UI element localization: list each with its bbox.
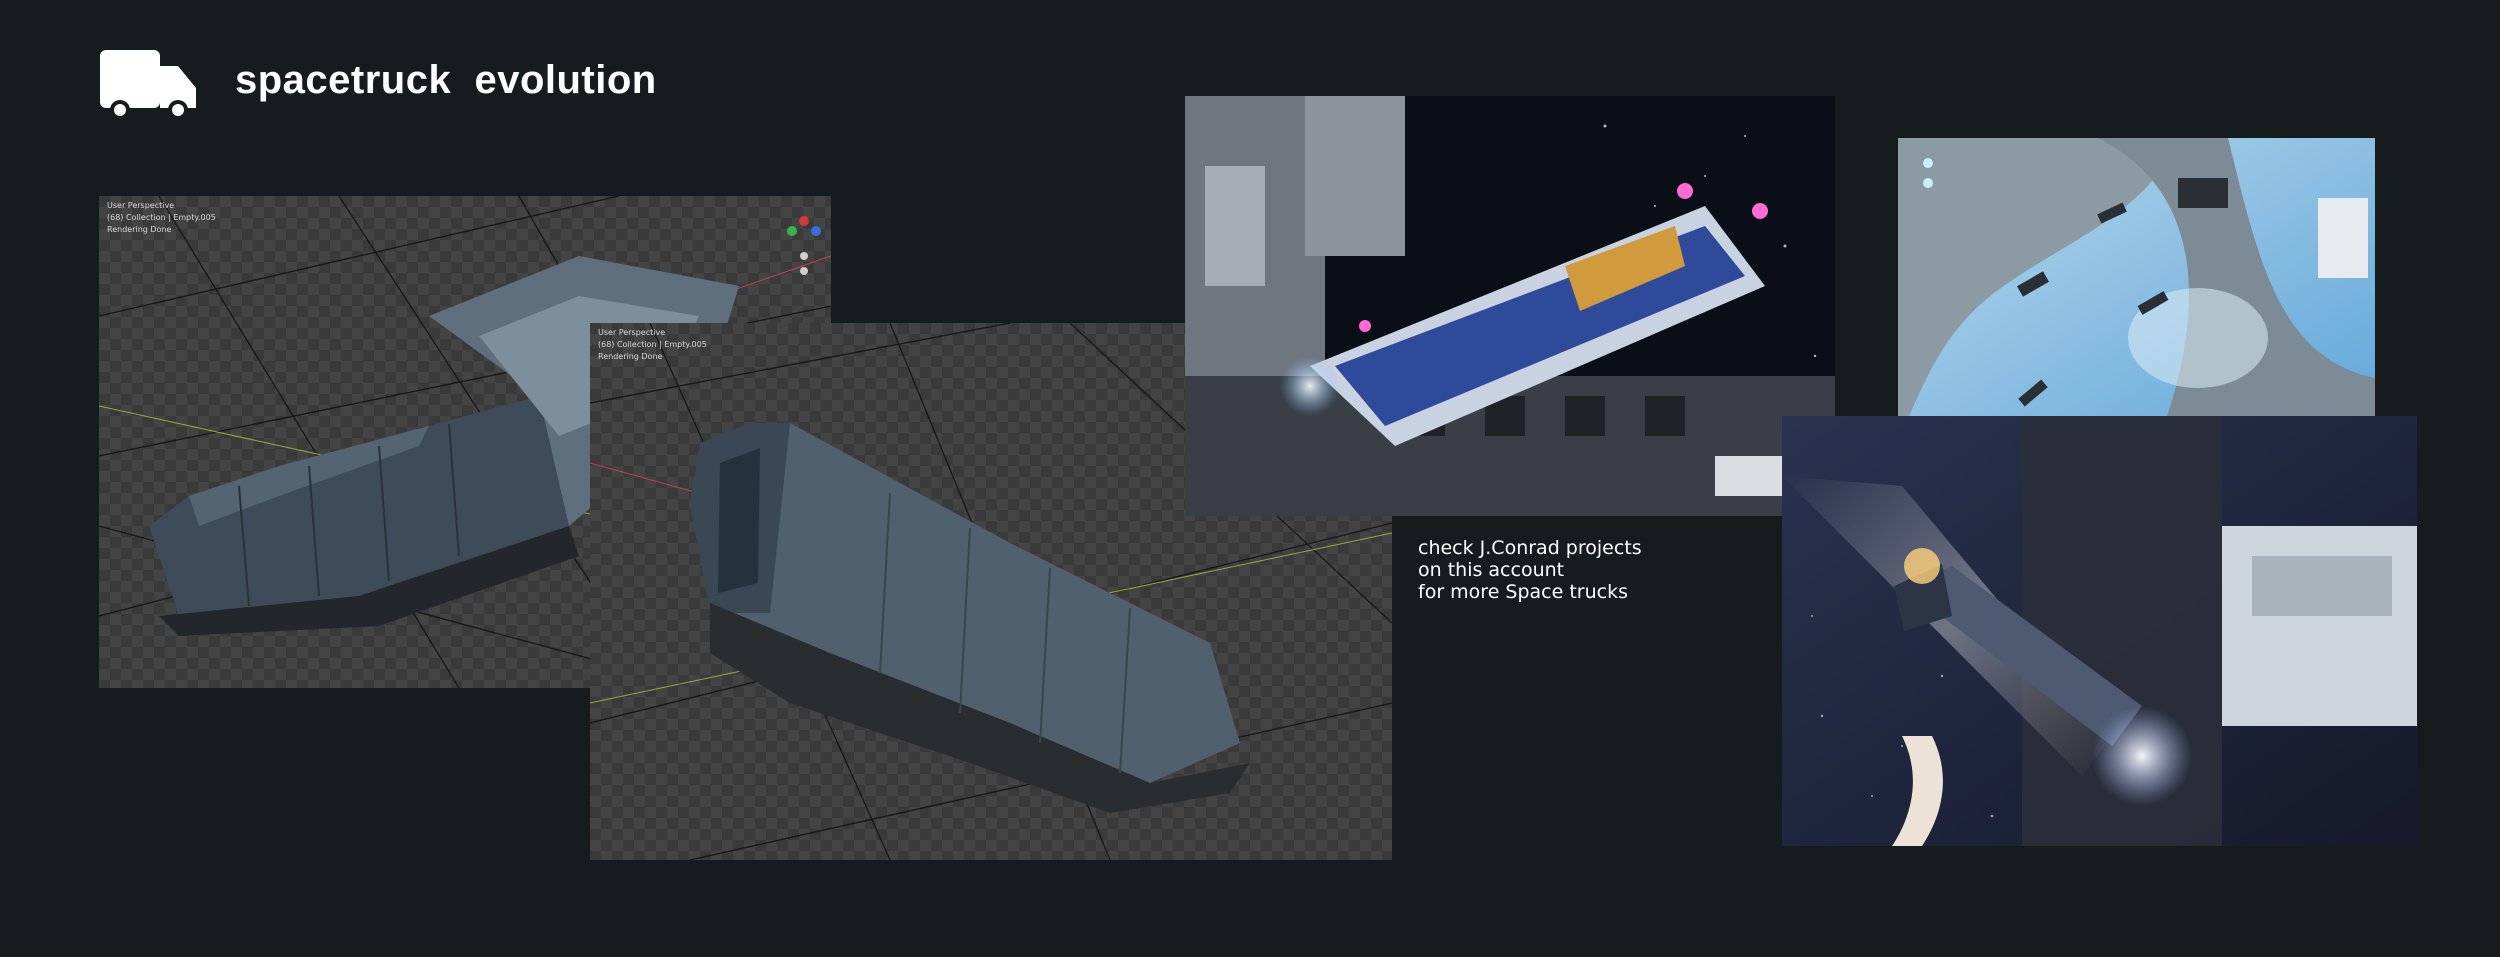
viewport-info-line: (68) Collection | Empty.005 [598, 340, 707, 349]
deep-space-render [1782, 416, 2417, 846]
promo-text: check J.Conrad projects on this account … [1418, 537, 1642, 603]
viewport-info-line: Rendering Done [598, 352, 663, 361]
viewport-info-line: User Perspective [107, 201, 175, 210]
viewport-info-line: (68) Collection | Empty.005 [107, 213, 216, 222]
viewport-overlay-back: User Perspective (68) Collection | Empty… [107, 200, 216, 236]
viewport-overlay-front: User Perspective (68) Collection | Empty… [598, 327, 707, 363]
promo-line: on this account [1418, 559, 1565, 581]
promo-line: check J.Conrad projects [1418, 537, 1642, 559]
viewport-info-line: User Perspective [598, 328, 666, 337]
promo-line: for more Space trucks [1418, 581, 1629, 603]
orbital-station-render [1898, 138, 2375, 441]
deep-space-scene [1782, 416, 2417, 846]
spacetruck-station-scene [1185, 96, 1835, 516]
orbital-scene [1898, 138, 2375, 441]
space-station-render [1185, 96, 1835, 516]
page-title: spacetruck evolution [235, 58, 657, 102]
truck-icon [100, 50, 196, 120]
viewport-info-line: Rendering Done [107, 225, 172, 234]
